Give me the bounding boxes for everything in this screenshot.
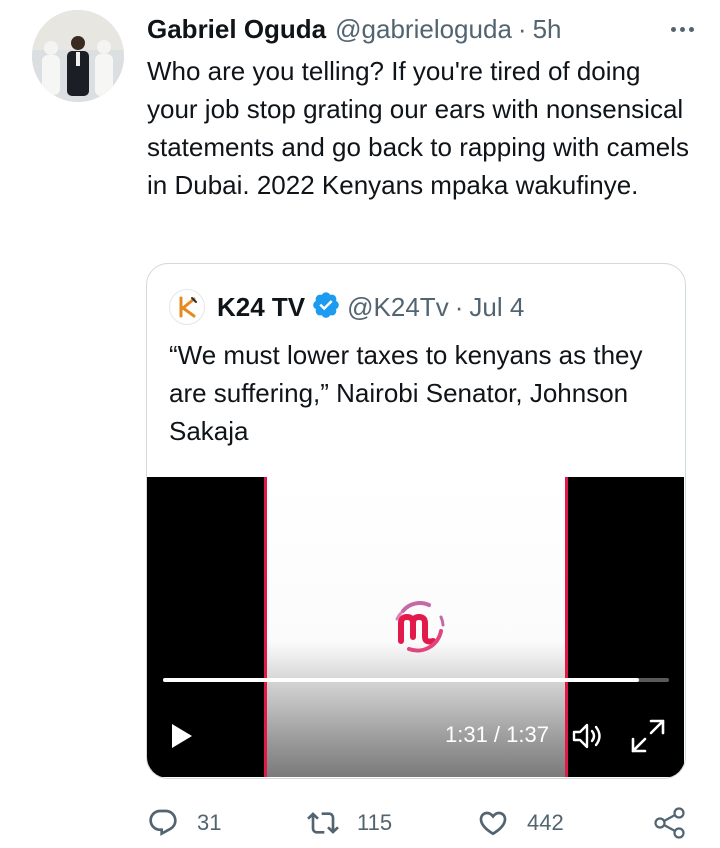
play-icon (172, 724, 192, 748)
quoted-tweet-card[interactable]: K24 TV @K24Tv · Jul 4 “We must lower tax… (146, 263, 686, 779)
fullscreen-icon (631, 719, 665, 753)
reply-button[interactable]: 31 (147, 804, 221, 842)
like-button[interactable]: 442 (477, 804, 564, 842)
share-icon (654, 807, 685, 839)
more-icon (670, 26, 676, 32)
quoted-author-handle[interactable]: @K24Tv (347, 292, 449, 323)
retweet-button[interactable]: 115 (307, 804, 392, 842)
author-handle[interactable]: @gabrieloguda (335, 14, 512, 45)
play-button[interactable] (169, 722, 195, 755)
quoted-tweet-timestamp[interactable]: Jul 4 (469, 292, 524, 323)
more-button[interactable] (662, 16, 702, 42)
volume-icon (572, 723, 601, 749)
video-player[interactable]: 1:31 / 1:37 (147, 477, 684, 777)
author-avatar[interactable] (32, 10, 124, 102)
author-name[interactable]: Gabriel Oguda (147, 14, 326, 45)
quoted-author-name[interactable]: K24 TV (217, 292, 305, 323)
like-icon (479, 811, 507, 836)
video-time-readout: 1:31 / 1:37 (445, 722, 549, 747)
more-icon-dot (679, 26, 685, 32)
fullscreen-button[interactable] (629, 717, 667, 760)
verified-icon (311, 290, 341, 327)
m-logo-icon (395, 601, 445, 653)
more-icon-dot (688, 26, 694, 32)
quoted-author-avatar[interactable] (169, 289, 205, 325)
avatar-photo (32, 10, 124, 102)
reply-count: 31 (197, 810, 222, 835)
volume-button[interactable] (571, 721, 605, 756)
separator-dot: · (454, 291, 464, 322)
video-progress-bar[interactable] (163, 678, 669, 682)
tweet-header: Gabriel Oguda @gabrieloguda · 5h (147, 12, 696, 46)
quoted-tweet-text: “We must lower taxes to kenyans as they … (169, 340, 643, 446)
quoted-tweet-header: K24 TV @K24Tv · Jul 4 (169, 288, 524, 326)
separator-dot: · (517, 13, 527, 44)
tweet-timestamp[interactable]: 5h (533, 14, 562, 45)
reply-icon (149, 809, 177, 836)
k24-logo-icon (179, 296, 197, 318)
retweet-icon (307, 812, 339, 834)
video-progress-fill (163, 678, 639, 682)
share-button[interactable] (653, 804, 687, 842)
like-count: 442 (527, 810, 564, 835)
tweet-text: Who are you telling? If you're tired of … (147, 56, 689, 200)
retweet-count: 115 (357, 810, 393, 835)
tweet-action-bar: 31 115 442 (147, 804, 692, 842)
